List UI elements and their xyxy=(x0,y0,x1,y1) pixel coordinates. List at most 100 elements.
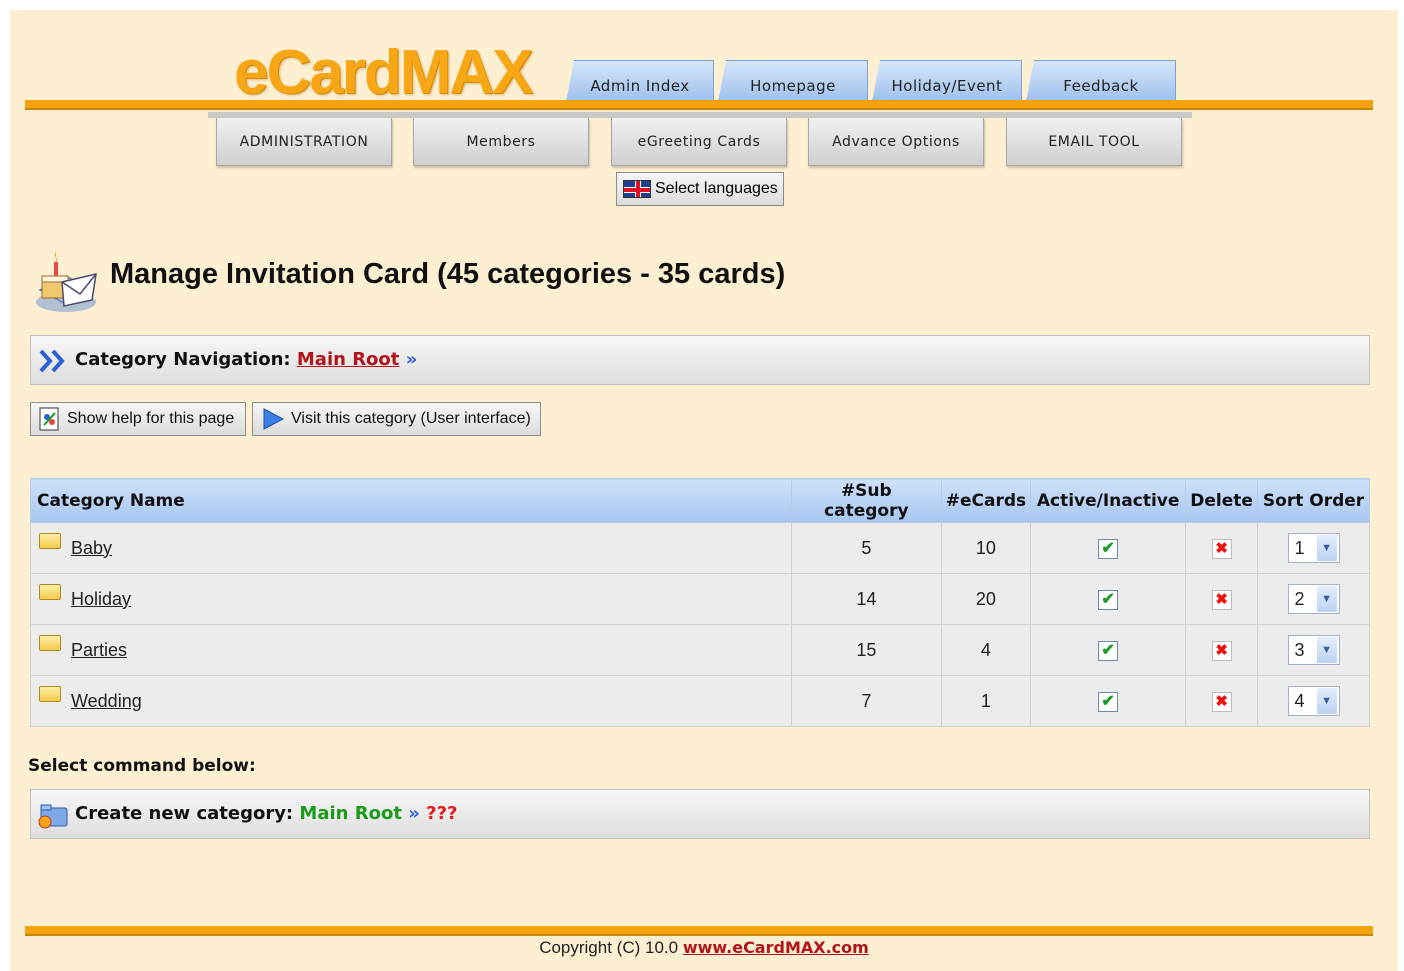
sort-order-select[interactable]: 1 ▼ xyxy=(1287,533,1340,563)
tab-admin-index[interactable]: Admin Index xyxy=(566,60,714,102)
visit-category-button[interactable]: Visit this category (User interface) xyxy=(252,402,541,436)
uk-flag-icon xyxy=(623,180,651,198)
sort-order-cell: 1 ▼ xyxy=(1257,522,1370,574)
category-link-parties[interactable]: Parties xyxy=(71,640,127,660)
chevron-down-icon: ▼ xyxy=(1316,586,1337,612)
footer-divider xyxy=(25,926,1373,936)
show-help-button[interactable]: Show help for this page xyxy=(30,402,246,436)
category-name-cell: Parties xyxy=(30,624,792,676)
create-category: Create new category: Main Root » ??? xyxy=(75,803,457,824)
subnav-administration[interactable]: ADMINISTRATION xyxy=(216,118,392,166)
create-placeholder: ??? xyxy=(426,803,458,824)
select-languages-button[interactable]: Select languages xyxy=(616,172,784,206)
sub-category-count: 7 xyxy=(790,675,942,727)
create-category-bar[interactable]: Create new category: Main Root » ??? xyxy=(30,789,1370,839)
delete-cell: ✖ xyxy=(1185,675,1259,727)
category-navigation: Category Navigation: Main Root » xyxy=(75,349,417,370)
active-cell: ✔ xyxy=(1030,573,1187,625)
chevron-down-icon: ▼ xyxy=(1316,637,1337,663)
active-cell: ✔ xyxy=(1030,624,1187,676)
copyright-text: Copyright (C) 10.0 xyxy=(539,938,679,957)
page-title: Manage Invitation Card (45 categories - … xyxy=(110,258,786,290)
sort-order-select[interactable]: 2 ▼ xyxy=(1287,584,1340,614)
help-icon xyxy=(39,407,59,431)
sort-order-value: 2 xyxy=(1294,588,1305,609)
header-divider xyxy=(25,100,1373,110)
ecardmax-logo[interactable]: eCardMAX xyxy=(234,40,534,106)
create-separator: » xyxy=(408,803,420,824)
category-table: Category Name #Sub category #eCards Acti… xyxy=(30,478,1370,727)
sub-category-count: 14 xyxy=(790,573,942,625)
page: eCardMAX Admin Index Homepage Holiday/Ev… xyxy=(10,10,1398,971)
subnav-email-tool[interactable]: EMAIL TOOL xyxy=(1006,118,1182,166)
folder-icon xyxy=(39,634,61,651)
chevron-down-icon: ▼ xyxy=(1316,535,1337,561)
category-name-cell: Wedding xyxy=(30,675,792,727)
delete-cell: ✖ xyxy=(1185,522,1259,574)
active-cell: ✔ xyxy=(1030,522,1187,574)
tab-feedback[interactable]: Feedback xyxy=(1026,60,1176,102)
sort-order-value: 4 xyxy=(1294,690,1305,711)
ecards-count: 4 xyxy=(940,624,1032,676)
category-name-cell: Holiday xyxy=(30,573,792,625)
active-cell: ✔ xyxy=(1030,675,1187,727)
active-checkbox[interactable]: ✔ xyxy=(1098,539,1119,559)
sort-order-cell: 4 ▼ xyxy=(1257,675,1370,727)
breadcrumb-separator: » xyxy=(405,349,418,370)
folder-icon xyxy=(39,685,61,702)
delete-icon[interactable]: ✖ xyxy=(1211,641,1232,661)
table-row: Wedding 7 1 ✔ ✖ 4 ▼ xyxy=(30,675,1370,727)
tab-homepage[interactable]: Homepage xyxy=(718,60,868,102)
header-sub-category: #Sub category xyxy=(790,478,942,523)
table-header-row: Category Name #Sub category #eCards Acti… xyxy=(30,478,1370,523)
category-name-cell: Baby xyxy=(30,522,792,574)
subnav-advance-options[interactable]: Advance Options xyxy=(808,118,984,166)
double-chevron-icon xyxy=(39,349,65,373)
sub-category-count: 5 xyxy=(790,522,942,574)
main-root-link[interactable]: Main Root xyxy=(297,349,400,370)
sub-category-count: 15 xyxy=(790,624,942,676)
chevron-down-icon: ▼ xyxy=(1316,688,1337,714)
table-row: Baby 5 10 ✔ ✖ 1 ▼ xyxy=(30,522,1370,574)
delete-icon[interactable]: ✖ xyxy=(1211,539,1232,559)
footer-website-link[interactable]: www.eCardMAX.com xyxy=(683,938,869,957)
header-category-name: Category Name xyxy=(30,478,792,523)
delete-icon[interactable]: ✖ xyxy=(1211,692,1232,712)
active-checkbox[interactable]: ✔ xyxy=(1098,692,1119,712)
tab-holiday-event[interactable]: Holiday/Event xyxy=(872,60,1022,102)
show-help-label: Show help for this page xyxy=(67,410,235,427)
category-navigation-bar: Category Navigation: Main Root » xyxy=(30,335,1370,385)
visit-category-label: Visit this category (User interface) xyxy=(291,410,531,427)
subnav-members[interactable]: Members xyxy=(413,118,589,166)
folder-icon xyxy=(39,583,61,600)
header-ecards: #eCards xyxy=(940,478,1032,523)
folder-icon xyxy=(39,532,61,549)
ecards-count: 20 xyxy=(940,573,1032,625)
select-command-heading: Select command below: xyxy=(28,756,256,776)
ecards-count: 10 xyxy=(940,522,1032,574)
header-delete: Delete xyxy=(1185,478,1259,523)
delete-cell: ✖ xyxy=(1185,624,1259,676)
delete-icon[interactable]: ✖ xyxy=(1211,590,1232,610)
footer: Copyright (C) 10.0 www.eCardMAX.com xyxy=(10,938,1398,958)
sort-order-select[interactable]: 4 ▼ xyxy=(1287,686,1340,716)
create-root-name: Main Root xyxy=(299,803,402,824)
active-checkbox[interactable]: ✔ xyxy=(1098,641,1119,661)
sort-order-value: 1 xyxy=(1294,537,1305,558)
category-link-holiday[interactable]: Holiday xyxy=(71,589,131,609)
delete-cell: ✖ xyxy=(1185,573,1259,625)
sort-order-value: 3 xyxy=(1294,639,1305,660)
table-row: Holiday 14 20 ✔ ✖ 2 ▼ xyxy=(30,573,1370,625)
category-link-wedding[interactable]: Wedding xyxy=(71,691,142,711)
sort-order-cell: 3 ▼ xyxy=(1257,624,1370,676)
active-checkbox[interactable]: ✔ xyxy=(1098,590,1119,610)
create-category-label: Create new category: xyxy=(75,803,294,824)
play-arrow-icon xyxy=(263,408,285,430)
select-languages-label: Select languages xyxy=(655,180,778,197)
category-link-baby[interactable]: Baby xyxy=(71,538,112,558)
sort-order-cell: 2 ▼ xyxy=(1257,573,1370,625)
category-navigation-label: Category Navigation: xyxy=(75,349,291,370)
subnav-egreeting-cards[interactable]: eGreeting Cards xyxy=(611,118,787,166)
sort-order-select[interactable]: 3 ▼ xyxy=(1287,635,1340,665)
header-sort-order: Sort Order xyxy=(1257,478,1370,523)
